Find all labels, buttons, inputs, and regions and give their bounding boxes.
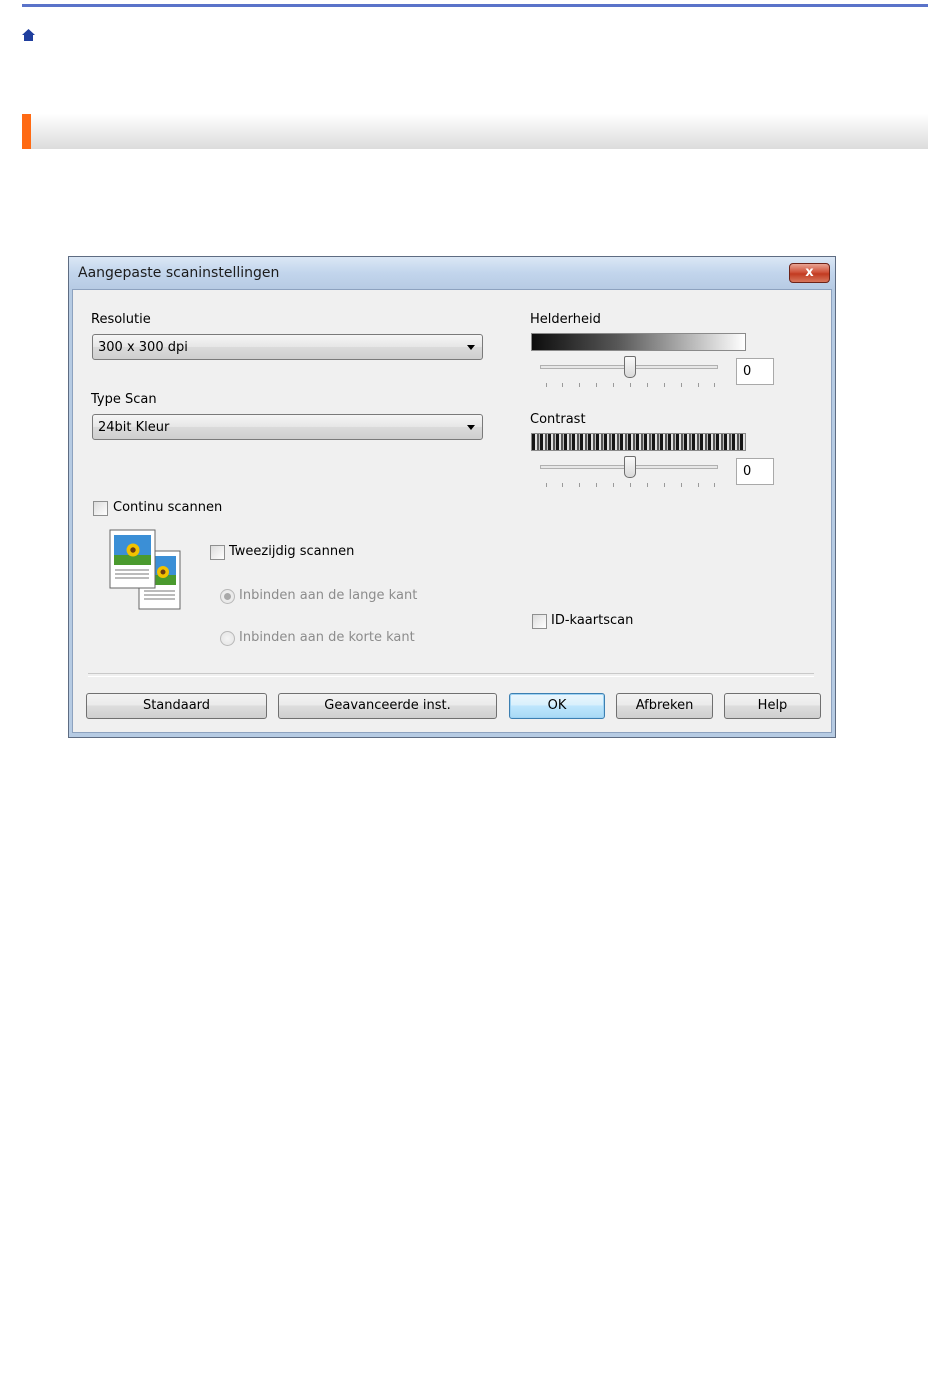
resolution-label: Resolutie — [91, 312, 151, 327]
id-card-scan-label[interactable]: ID-kaartscan — [551, 613, 633, 628]
bind-short-edge-label[interactable]: Inbinden aan de korte kant — [239, 630, 415, 645]
close-icon: x — [805, 265, 814, 280]
duplex-scan-label[interactable]: Tweezijdig scannen — [229, 544, 354, 559]
contrast-ticks — [546, 483, 716, 488]
brightness-ticks — [546, 383, 716, 388]
resolution-value: 300 x 300 dpi — [98, 340, 188, 355]
home-icon[interactable] — [21, 28, 36, 43]
bind-short-edge-radio[interactable] — [220, 631, 235, 646]
brightness-label: Helderheid — [530, 312, 601, 327]
top-rule — [22, 4, 928, 7]
contrast-slider-thumb[interactable] — [624, 456, 636, 478]
scan-settings-dialog: Aangepaste scaninstellingen x Resolutie … — [68, 256, 836, 738]
id-card-scan-checkbox[interactable] — [532, 614, 547, 629]
dialog-separator — [88, 673, 814, 677]
close-button[interactable]: x — [789, 263, 830, 283]
dialog-body: Resolutie 300 x 300 dpi Type Scan 24bit … — [72, 289, 832, 733]
scan-type-select[interactable]: 24bit Kleur — [92, 414, 483, 440]
contrast-value: 0 — [743, 464, 752, 479]
bind-long-edge-label[interactable]: Inbinden aan de lange kant — [239, 588, 417, 603]
dialog-titlebar[interactable]: Aangepaste scaninstellingen x — [69, 257, 835, 289]
dialog-title: Aangepaste scaninstellingen — [78, 265, 280, 281]
brightness-gradient — [531, 333, 746, 351]
contrast-input[interactable]: 0 — [736, 458, 774, 485]
chevron-down-icon — [467, 345, 475, 350]
bind-long-edge-radio[interactable] — [220, 589, 235, 604]
chevron-down-icon — [467, 425, 475, 430]
section-heading-bar — [22, 114, 928, 149]
duplex-documents-icon — [109, 529, 181, 610]
scan-type-label: Type Scan — [91, 392, 157, 407]
standard-button[interactable]: Standaard — [86, 693, 267, 719]
contrast-pattern — [531, 433, 746, 451]
resolution-select[interactable]: 300 x 300 dpi — [92, 334, 483, 360]
advanced-settings-button[interactable]: Geavanceerde inst. — [278, 693, 497, 719]
duplex-scan-checkbox[interactable] — [210, 545, 225, 560]
section-accent — [22, 114, 31, 149]
brightness-slider-thumb[interactable] — [624, 356, 636, 378]
scan-type-value: 24bit Kleur — [98, 420, 170, 435]
contrast-label: Contrast — [530, 412, 586, 427]
brightness-input[interactable]: 0 — [736, 358, 774, 385]
cancel-button[interactable]: Afbreken — [616, 693, 713, 719]
ok-button[interactable]: OK — [509, 693, 605, 719]
brightness-value: 0 — [743, 364, 752, 379]
help-button[interactable]: Help — [724, 693, 821, 719]
continuous-scan-checkbox[interactable] — [93, 501, 108, 516]
continuous-scan-label[interactable]: Continu scannen — [113, 500, 222, 515]
